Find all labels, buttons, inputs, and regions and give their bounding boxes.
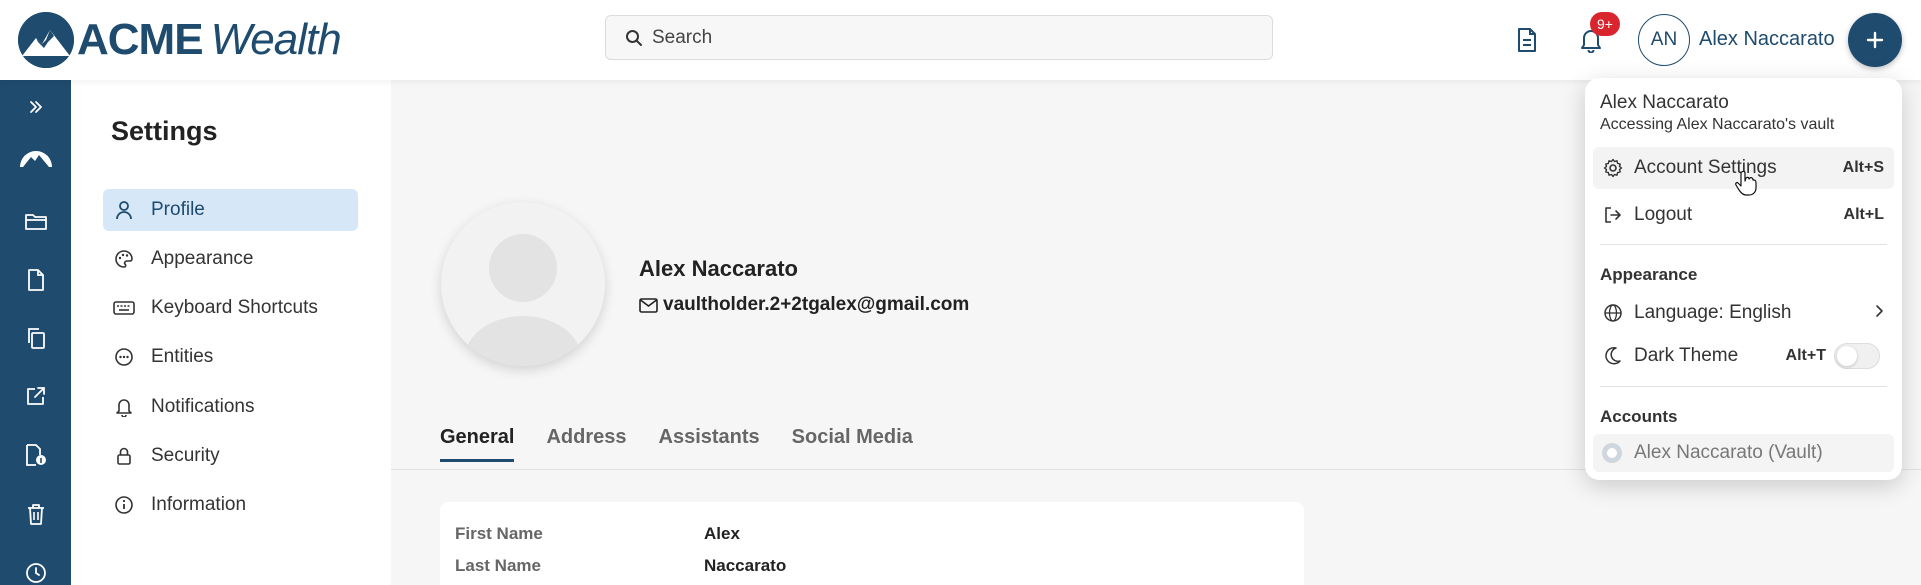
- menu-item-label: Language: English: [1634, 302, 1792, 323]
- language-menu-item[interactable]: Language: English: [1593, 292, 1894, 334]
- hand-pointer-cursor-icon: [1735, 170, 1757, 196]
- clock-icon[interactable]: [0, 555, 71, 585]
- brand-name-italic: Wealth: [210, 15, 342, 64]
- field-label-first-name: First Name: [455, 524, 543, 543]
- left-rail: [0, 80, 71, 585]
- settings-nav: Settings Profile Appearance Keyboard Sho…: [71, 80, 391, 585]
- nav-item-profile[interactable]: Profile: [103, 189, 358, 231]
- shortcut-hint: Alt+S: [1842, 159, 1884, 176]
- nav-item-label: Entities: [151, 346, 214, 367]
- toggle-knob: [1837, 346, 1857, 366]
- nav-item-label: Security: [151, 445, 220, 466]
- tab-address[interactable]: Address: [546, 426, 626, 462]
- account-item-vault[interactable]: Alex Naccarato (Vault): [1593, 434, 1894, 472]
- accounts-section-title: Accounts: [1600, 407, 1678, 426]
- gear-icon: [1602, 157, 1624, 179]
- user-menu: Alex Naccarato Accessing Alex Naccarato'…: [1585, 78, 1902, 480]
- shortcut-hint: Alt+T: [1785, 347, 1826, 364]
- user-icon: [113, 199, 135, 221]
- trash-icon[interactable]: [0, 496, 71, 532]
- field-label-last-name: Last Name: [455, 556, 541, 575]
- document-icon[interactable]: [1509, 22, 1545, 58]
- profile-tabs: General Address Assistants Social Media: [440, 426, 945, 462]
- mountain-logo-icon: [18, 12, 74, 68]
- logout-icon: [1602, 204, 1624, 226]
- document-icon[interactable]: [0, 262, 71, 298]
- lock-icon: [113, 445, 135, 467]
- account-label: Alex Naccarato (Vault): [1634, 442, 1823, 463]
- dark-theme-toggle[interactable]: [1834, 343, 1880, 369]
- file-info-icon[interactable]: [0, 437, 71, 473]
- menu-user-name: Alex Naccarato: [1600, 92, 1729, 113]
- shortcut-hint: Alt+L: [1843, 206, 1884, 223]
- keyboard-icon: [113, 297, 135, 319]
- avatar[interactable]: AN: [1638, 14, 1690, 66]
- search-bar[interactable]: [605, 15, 1273, 60]
- tab-assistants[interactable]: Assistants: [659, 426, 760, 462]
- nav-item-label: Appearance: [151, 248, 254, 269]
- add-button[interactable]: [1848, 13, 1902, 67]
- share-icon[interactable]: [0, 378, 71, 414]
- nav-item-notifications[interactable]: Notifications: [103, 386, 358, 428]
- field-value-first-name: Alex: [704, 524, 740, 543]
- nav-item-appearance[interactable]: Appearance: [103, 238, 358, 280]
- dark-theme-menu-item[interactable]: Dark Theme Alt+T: [1593, 335, 1894, 377]
- general-info-card: First Name Alex Last Name Naccarato: [440, 502, 1304, 585]
- folder-icon[interactable]: [0, 203, 71, 239]
- menu-item-label: Logout: [1634, 204, 1693, 225]
- profile-picture[interactable]: [441, 202, 605, 366]
- globe-icon: [1602, 302, 1624, 324]
- home-mountain-icon[interactable]: [0, 140, 71, 176]
- acme-wealth-logo[interactable]: ACME Wealth: [18, 12, 342, 68]
- nav-item-label: Keyboard Shortcuts: [151, 297, 318, 318]
- menu-vault-subtitle: Accessing Alex Naccarato's vault: [1600, 116, 1835, 133]
- search-icon: [624, 28, 644, 48]
- menu-divider: [1600, 386, 1887, 387]
- menu-divider: [1600, 244, 1887, 245]
- user-name[interactable]: Alex Naccarato: [1699, 28, 1835, 51]
- brand-wordmark: ACME Wealth: [77, 15, 342, 64]
- page-title: Settings: [111, 116, 218, 146]
- nav-item-keyboard-shortcuts[interactable]: Keyboard Shortcuts: [103, 287, 358, 329]
- info-icon: [113, 494, 135, 516]
- appearance-section-title: Appearance: [1600, 265, 1698, 284]
- entities-icon: [113, 346, 135, 368]
- nav-item-label: Information: [151, 494, 247, 515]
- bell-icon: [113, 396, 135, 418]
- copy-icon[interactable]: [0, 320, 71, 356]
- notification-badge: 9+: [1590, 12, 1620, 36]
- moon-icon: [1602, 345, 1624, 367]
- nav-item-label: Notifications: [151, 396, 255, 417]
- palette-icon: [113, 248, 135, 270]
- tab-general[interactable]: General: [440, 426, 515, 462]
- logout-menu-item[interactable]: Logout Alt+L: [1593, 194, 1894, 236]
- profile-name: Alex Naccarato: [639, 256, 798, 281]
- chevron-right-icon: [1874, 304, 1884, 323]
- nav-item-security[interactable]: Security: [103, 435, 358, 477]
- menu-item-label: Dark Theme: [1634, 345, 1739, 366]
- nav-item-entities[interactable]: Entities: [103, 336, 358, 378]
- user-silhouette-icon: [465, 234, 581, 366]
- search-input[interactable]: [652, 26, 1232, 49]
- profile-email: vaultholder.2+2tgalex@gmail.com: [639, 294, 969, 316]
- brand-name-bold: ACME: [77, 15, 204, 64]
- tab-social-media[interactable]: Social Media: [792, 426, 913, 462]
- field-value-last-name: Naccarato: [704, 556, 787, 575]
- expand-icon[interactable]: [0, 89, 71, 125]
- radio-selected-icon: [1602, 443, 1622, 463]
- nav-item-information[interactable]: Information: [103, 484, 358, 526]
- mail-icon: [639, 295, 659, 315]
- top-bar: ACMEWealth 9+ AN Alex Naccarato: [0, 0, 1921, 80]
- profile-email-text: vaultholder.2+2tgalex@gmail.com: [663, 294, 970, 315]
- plus-icon: [1866, 31, 1884, 49]
- nav-item-label: Profile: [151, 199, 205, 220]
